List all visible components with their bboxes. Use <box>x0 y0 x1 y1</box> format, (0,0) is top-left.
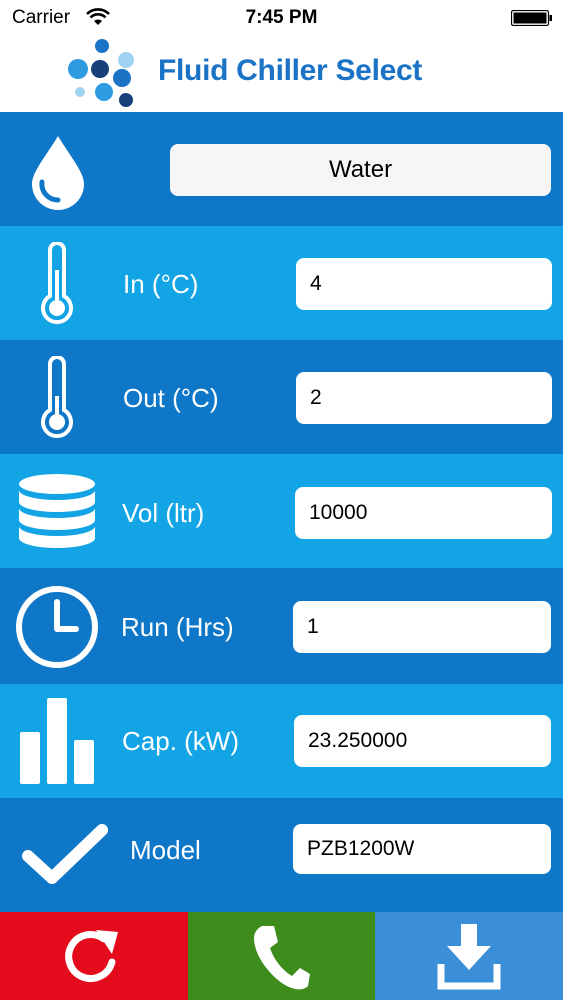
volume-input[interactable]: 10000 <box>295 487 552 539</box>
volume-label: Vol (ltr) <box>122 498 205 528</box>
clock-time: 7:45 PM <box>245 7 318 28</box>
out-temp-label: Out (°C) <box>123 383 219 413</box>
capacity-label: Cap. (kW) <box>122 726 239 756</box>
in-temp-input[interactable]: 4 <box>296 258 552 310</box>
volume-row: Vol (ltr) 10000 <box>0 454 563 568</box>
in-temp-row: In (°C) 4 <box>0 226 563 340</box>
app-title: Fluid Chiller Select <box>158 54 423 87</box>
run-hours-label: Run (Hrs) <box>121 612 234 642</box>
download-button[interactable] <box>375 912 563 1000</box>
fluid-row: Water <box>0 112 563 226</box>
clock-icon <box>16 586 98 668</box>
in-temp-label: In (°C) <box>123 269 199 299</box>
out-temp-input[interactable]: 2 <box>296 372 552 424</box>
out-temp-row: Out (°C) 2 <box>0 340 563 454</box>
bar-chart-icon <box>20 698 94 784</box>
download-icon <box>437 924 501 990</box>
run-hours-row: Run (Hrs) 1 <box>0 568 563 684</box>
capacity-output[interactable]: 23.250000 <box>294 715 551 767</box>
status-bar: Carrier 7:45 PM <box>0 0 563 36</box>
fluid-select-button[interactable]: Water <box>170 144 551 196</box>
thermometer-icon <box>41 356 73 439</box>
refresh-icon <box>65 930 118 982</box>
checkmark-icon <box>22 824 108 884</box>
capacity-row: Cap. (kW) 23.250000 <box>0 684 563 798</box>
bottom-action-bar <box>0 912 563 1000</box>
water-drop-icon <box>32 136 84 210</box>
phone-icon <box>254 926 310 990</box>
thermometer-icon <box>41 242 73 325</box>
logo-icon <box>68 39 134 107</box>
model-row: Model PZB1200W <box>0 798 563 912</box>
run-hours-input[interactable]: 1 <box>293 601 551 653</box>
model-label: Model <box>130 835 201 865</box>
battery-icon <box>511 10 552 26</box>
model-output[interactable]: PZB1200W <box>293 824 551 874</box>
reset-button[interactable] <box>0 912 188 1000</box>
call-button[interactable] <box>188 912 375 1000</box>
database-icon <box>19 474 95 548</box>
app-header: Fluid Chiller Select <box>0 36 563 112</box>
